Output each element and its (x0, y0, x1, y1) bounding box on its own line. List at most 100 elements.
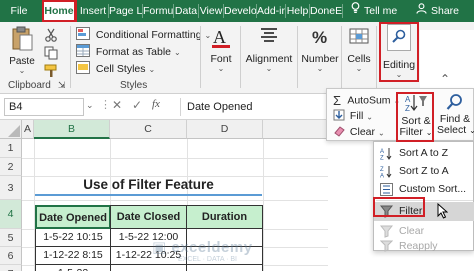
custom-sort-icon (380, 183, 393, 196)
column-header-a[interactable]: A (22, 120, 34, 139)
row-header-4[interactable]: 4 (0, 200, 22, 229)
number-button[interactable]: % Number ⌄ (300, 26, 340, 73)
cell-styles-icon (76, 61, 90, 77)
column-header-d[interactable]: D (187, 120, 263, 139)
conditional-formatting-button[interactable]: Conditional Formatting ⌄ (76, 27, 211, 43)
svg-text:Z: Z (380, 156, 384, 161)
sheet-title[interactable]: Use of Filter Feature (35, 176, 262, 196)
sort-descending-icon: ZA (380, 165, 393, 180)
select-all-corner[interactable] (0, 120, 22, 139)
tab-help[interactable]: Help (286, 0, 309, 22)
fill-label: Fill (349, 110, 364, 123)
cell-b6[interactable]: 1-12-22 8:15 (35, 247, 111, 265)
fill-down-icon (333, 109, 345, 124)
sort-ascending-icon: AZ (380, 147, 393, 162)
column-header-e[interactable] (263, 120, 328, 139)
menu-item-clear: Clear (374, 222, 474, 241)
editing-dropdown-panel: Σ AutoSum ⌄ Fill ⌄ Clear ⌄ AZ Sort & Fil… (326, 88, 474, 141)
alignment-button[interactable]: Alignment ⌄ (244, 26, 294, 73)
row-header-6[interactable]: 6 (0, 247, 22, 265)
cell-styles-button[interactable]: Cell Styles ⌄ (76, 61, 155, 77)
excel-window: { "ribbon_tabs": [ {"label": "File"}, {"… (0, 0, 474, 271)
magnifier-icon (387, 24, 411, 51)
mouse-pointer-icon (437, 202, 449, 222)
conditional-formatting-icon (76, 27, 90, 43)
scissors-icon (44, 28, 58, 45)
svg-text:Z: Z (405, 104, 410, 113)
sort-filter-button[interactable]: AZ Sort & Filter ⌄ (399, 93, 433, 138)
column-header-b[interactable]: B (34, 120, 110, 139)
header-date-closed[interactable]: Date Closed (110, 205, 187, 229)
sigma-icon: Σ (333, 93, 342, 108)
cells-button[interactable]: Cells ⌄ (344, 26, 374, 73)
find-magnifier-icon (446, 93, 464, 114)
conditional-formatting-label: Conditional Formatting (95, 28, 202, 41)
tab-home[interactable]: Home (42, 0, 76, 22)
name-box-dropdown-icon[interactable]: ⌄ (86, 100, 94, 111)
cut-button[interactable] (44, 28, 58, 45)
sort-filter-menu: AZ Sort A to Z ZA Sort Z to A Custom Sor… (373, 141, 474, 252)
format-painter-button[interactable] (44, 64, 58, 81)
autosum-button[interactable]: Σ AutoSum ⌄ (333, 93, 400, 108)
format-as-table-label: Format as Table (95, 45, 172, 58)
svg-text:%: % (312, 28, 327, 47)
header-duration[interactable]: Duration (186, 205, 263, 229)
find-select-button[interactable]: Find & Select ⌄ (437, 93, 474, 136)
row-header-1[interactable]: 1 (0, 139, 22, 158)
tab-file[interactable]: File (0, 0, 38, 22)
font-button[interactable]: A Font ⌄ (205, 26, 237, 73)
svg-text:A: A (380, 149, 384, 155)
watermark-icon: ▣ (152, 239, 167, 256)
cell-b7[interactable]: 1-5-22 (35, 265, 111, 271)
autosum-label: AutoSum (347, 94, 391, 107)
column-header-c[interactable]: C (110, 120, 187, 139)
cell-styles-label: Cell Styles (95, 62, 146, 75)
share-label: Share (431, 5, 460, 17)
row-header-5[interactable]: 5 (0, 229, 22, 247)
tab-developer[interactable]: Develo (224, 0, 256, 22)
cancel-entry-icon[interactable]: ✕ (112, 98, 122, 112)
cell-d7[interactable] (186, 265, 263, 271)
format-as-table-button[interactable]: Format as Table ⌄ (76, 44, 181, 60)
clipboard-group-label: Clipboard (8, 80, 51, 91)
menu-item-custom-sort[interactable]: Custom Sort... (374, 180, 474, 199)
lightbulb-icon (351, 0, 360, 22)
watermark-logo: ▣ exceldemy (152, 239, 253, 256)
tab-formulas[interactable]: Formu (143, 0, 173, 22)
menu-item-sort-a-to-z[interactable]: AZ Sort A to Z (374, 144, 474, 163)
paste-button[interactable]: Paste ⌄ (7, 26, 37, 75)
funnel-icon (379, 205, 394, 218)
row-header-7[interactable]: 7 (0, 265, 22, 271)
row-header-2[interactable]: 2 (0, 158, 22, 176)
tab-add-ins[interactable]: Add-ir (257, 0, 285, 22)
tab-data[interactable]: Data (174, 0, 198, 22)
confirm-entry-icon[interactable]: ✓ (132, 98, 142, 112)
formula-input[interactable]: Date Opened (180, 98, 330, 116)
tell-me-box[interactable]: Tell me (345, 0, 407, 22)
copy-button[interactable] (44, 46, 58, 63)
collapse-ribbon-chevron-icon[interactable]: ⌃ (440, 72, 450, 86)
clipboard-launcher-icon[interactable]: ⇲ (58, 80, 66, 91)
tab-insert[interactable]: Insert (78, 0, 108, 22)
header-date-opened[interactable]: Date Opened (35, 205, 111, 229)
menu-item-sort-z-to-a[interactable]: ZA Sort Z to A (374, 162, 474, 181)
tab-custom[interactable]: DoneE (310, 0, 342, 22)
eraser-icon (333, 125, 345, 140)
svg-text:A: A (405, 95, 411, 104)
clear-button[interactable]: Clear ⌄ (333, 125, 385, 140)
paste-dropdown-chevron-icon[interactable]: ⌄ (7, 67, 37, 75)
editing-button[interactable]: Editing ⌄ (382, 24, 416, 79)
share-button[interactable]: Share (412, 0, 472, 22)
menu-item-filter[interactable]: Filter (374, 202, 474, 221)
clear-label: Clear (349, 126, 376, 139)
tab-page-layout[interactable]: Page L (109, 0, 142, 22)
paintbrush-icon (44, 64, 58, 81)
clipboard-paste-icon (10, 26, 34, 55)
insert-function-icon[interactable]: fx (152, 98, 160, 110)
name-box[interactable]: B4 (4, 98, 84, 116)
tab-view[interactable]: View (199, 0, 223, 22)
cell-b5[interactable]: 1-5-22 10:15 (35, 229, 111, 247)
fill-button[interactable]: Fill ⌄ (333, 109, 373, 124)
row-header-3[interactable]: 3 (0, 176, 22, 200)
cell-c7[interactable] (110, 265, 187, 271)
